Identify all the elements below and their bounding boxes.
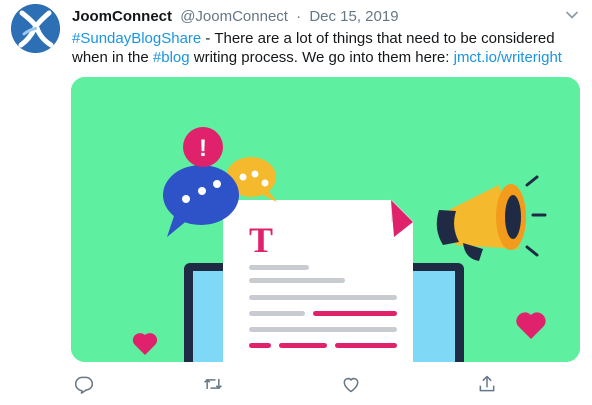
avatar[interactable] — [11, 4, 60, 53]
retweet-icon — [204, 379, 222, 389]
reply-button[interactable] — [74, 374, 94, 394]
joomconnect-logo-icon — [11, 4, 60, 53]
more-options-chevron-down-icon[interactable] — [565, 8, 579, 22]
alert-icon: ! — [183, 127, 223, 167]
tweet-url-link[interactable]: jmct.io/writeright — [454, 49, 562, 66]
hashtag-sundayblogshare[interactable]: #SundayBlogShare — [72, 30, 201, 47]
like-button[interactable] — [341, 374, 361, 394]
heart-icon — [343, 377, 359, 393]
author-handle[interactable]: @JoomConnect — [180, 8, 288, 25]
separator-dot: · — [296, 8, 302, 25]
svg-text:!: ! — [199, 135, 207, 162]
tweet-text: #SundayBlogShare - There are a lot of th… — [72, 29, 582, 67]
share-icon — [479, 375, 495, 392]
blog-illustration: T ! — [71, 77, 580, 362]
tweet-actions — [0, 374, 592, 398]
reply-icon — [74, 376, 94, 394]
share-button[interactable] — [477, 374, 497, 394]
tweet-media-image[interactable]: T ! — [71, 77, 580, 362]
tweet-header: JoomConnect @JoomConnect · Dec 15, 2019 — [72, 8, 399, 26]
tweet-date[interactable]: Dec 15, 2019 — [309, 8, 398, 25]
tweet-text-part2: writing process. We go into them here: — [189, 49, 454, 66]
hashtag-blog[interactable]: #blog — [153, 49, 190, 66]
tweet: JoomConnect @JoomConnect · Dec 15, 2019 … — [0, 0, 592, 405]
author-name[interactable]: JoomConnect — [72, 8, 172, 25]
document-letter: T — [249, 220, 273, 260]
retweet-button[interactable] — [203, 374, 223, 394]
document-icon: T — [223, 199, 414, 362]
